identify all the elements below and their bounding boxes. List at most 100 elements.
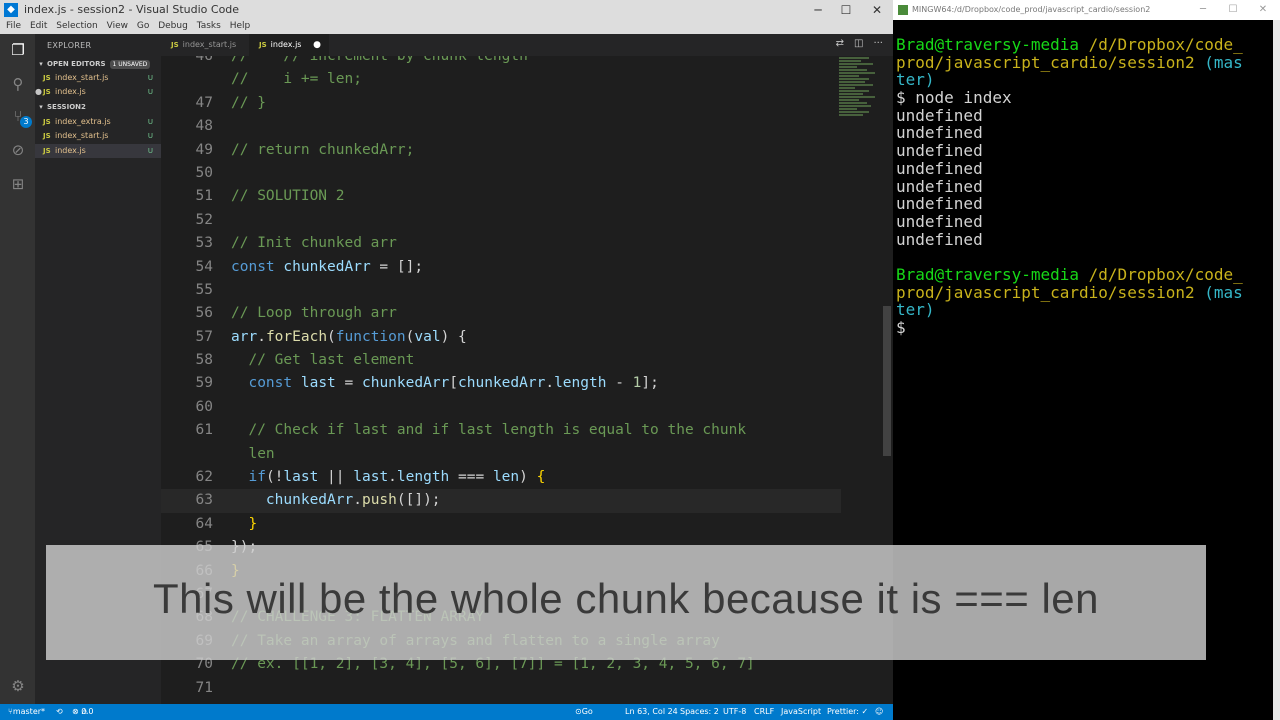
git-status: U (147, 74, 153, 82)
terminal-text: (mas (1204, 282, 1243, 302)
code-line[interactable]: 58 // Get last element (161, 349, 841, 372)
code-line[interactable]: 54 const chunkedArr = []; (161, 256, 841, 279)
open-changes-icon[interactable]: ⇄ (836, 38, 844, 49)
mingw-icon (898, 5, 908, 15)
settings-gear-icon[interactable]: ⚙ (8, 676, 28, 696)
code-line[interactable]: 53 // Init chunked arr (161, 232, 841, 255)
terminal-line: undefined (896, 229, 1266, 249)
code-line[interactable]: 51 // SOLUTION 2 (161, 185, 841, 208)
file-item[interactable]: JS index_start.js U (35, 129, 161, 143)
minimize-icon[interactable]: ─ (803, 1, 833, 19)
code-line[interactable]: 59 const last = chunkedArr[chunkedArr.le… (161, 372, 841, 395)
prettier-status[interactable]: Prettier: ✓ (827, 704, 868, 720)
open-editors-section[interactable]: ▾ OPEN EDITORS 1 UNSAVED (35, 57, 161, 71)
line-text: // } (231, 94, 266, 111)
code-line[interactable]: 47 // } (161, 92, 841, 115)
code-line[interactable]: 64 } (161, 513, 841, 536)
chevron-down-icon: ▾ (39, 103, 43, 111)
code-line[interactable]: 55 (161, 279, 841, 302)
code-line[interactable]: len (161, 443, 841, 466)
code-line[interactable]: 62 if(!last || last.length === len) { (161, 466, 841, 489)
line-number: 56 (195, 305, 213, 322)
explorer-icon[interactable]: ❐ (8, 40, 28, 60)
code-line[interactable]: 56 // Loop through arr (161, 302, 841, 325)
tab-index-start[interactable]: JS index_start.js (161, 34, 249, 56)
terminal-text: undefined (896, 229, 983, 249)
code-line[interactable]: 48 (161, 115, 841, 138)
menu-file[interactable]: File (6, 20, 21, 32)
sync-icon[interactable]: ⟲ (56, 704, 63, 720)
unsaved-badge: 1 UNSAVED (109, 60, 151, 69)
terminal-scrollbar[interactable] (1273, 20, 1280, 720)
code-line[interactable]: 50 (161, 162, 841, 185)
source-control-badge: 3 (20, 116, 32, 128)
code-line[interactable]: 49 // return chunkedArr; (161, 139, 841, 162)
line-text: // Get last element (248, 352, 415, 369)
maximize-icon[interactable]: ☐ (831, 1, 861, 19)
menu-go[interactable]: Go (137, 20, 149, 32)
line-number: 59 (195, 375, 213, 392)
problems-indicator[interactable]: ⊗ 0 ⚠ 0 (72, 704, 94, 720)
line-text: // Check if last and if last length is e… (248, 422, 747, 439)
code-line[interactable]: 60 (161, 396, 841, 419)
status-bar: ⑂ master* ⟲ ⊗ 0 ⚠ 0 ⊙ Go Live Ln 63, Col… (0, 704, 893, 720)
code-line[interactable]: 71 (161, 677, 841, 700)
file-label: index_extra.js (55, 117, 111, 126)
maximize-icon[interactable]: ☐ (1218, 0, 1248, 20)
code-line[interactable]: // i += len; (161, 68, 841, 91)
js-file-icon: JS (171, 41, 179, 49)
git-status: U (147, 132, 153, 140)
feedback-smiley-icon[interactable]: ☺ (875, 704, 883, 720)
terminal-text: ter) (896, 70, 935, 90)
split-editor-icon[interactable]: ◫ (854, 38, 863, 49)
menu-debug[interactable]: Debug (158, 20, 188, 32)
close-icon[interactable]: ✕ (862, 1, 892, 19)
tab-index[interactable]: JS index.js ● (249, 34, 329, 56)
file-label: index.js (55, 146, 86, 155)
cursor-position[interactable]: Ln 63, Col 24 (625, 704, 678, 720)
terminal-line: $ (896, 319, 1266, 337)
code-line[interactable]: 63 chunkedArr.push([]); (161, 489, 841, 513)
terminal-text: undefined (896, 158, 983, 178)
debug-icon[interactable]: ⊘ (8, 140, 28, 160)
go-live-button[interactable]: ⊙ Go Live (575, 704, 593, 720)
indentation[interactable]: Spaces: 2 (680, 704, 719, 720)
file-item[interactable]: JS index.js U (35, 144, 161, 158)
line-ending[interactable]: CRLF (754, 704, 774, 720)
code-line[interactable]: 61 // Check if last and if last length i… (161, 419, 841, 442)
line-number: 49 (195, 141, 213, 158)
search-icon[interactable]: ⚲ (8, 74, 28, 94)
unsaved-dot-icon[interactable]: ● (313, 34, 321, 56)
folder-section[interactable]: ▾ SESSION2 (35, 100, 161, 114)
menu-bar: File Edit Selection View Go Debug Tasks … (0, 20, 893, 34)
language-mode[interactable]: JavaScript (781, 704, 821, 720)
more-actions-icon[interactable]: ··· (873, 38, 883, 49)
line-text: arr.forEach(function(val) { (231, 328, 467, 345)
terminal-line: undefined (896, 142, 1266, 160)
menu-selection[interactable]: Selection (56, 20, 97, 32)
encoding[interactable]: UTF-8 (723, 704, 746, 720)
menu-tasks[interactable]: Tasks (197, 20, 221, 32)
menu-view[interactable]: View (107, 20, 128, 32)
line-number: 54 (195, 258, 213, 275)
extensions-icon[interactable]: ⊞ (8, 174, 28, 194)
code-line[interactable]: 57 arr.forEach(function(val) { (161, 326, 841, 349)
menu-edit[interactable]: Edit (30, 20, 47, 32)
open-editor-item[interactable]: JS index_start.js U (35, 71, 161, 85)
code-line[interactable]: 52 (161, 209, 841, 232)
line-number: 55 (195, 281, 213, 298)
open-editor-item[interactable]: ●JS index.js U (35, 85, 161, 99)
git-branch[interactable]: ⑂ master* (8, 704, 45, 720)
code-line[interactable]: 46 // // increment by chunk length (161, 56, 841, 68)
terminal-text: prod/javascript_cardio/session2 (896, 282, 1205, 302)
window-title: index.js - session2 - Visual Studio Code (24, 3, 240, 16)
file-item[interactable]: JS index_extra.js U (35, 115, 161, 129)
menu-help[interactable]: Help (230, 20, 251, 32)
editor-scrollbar[interactable] (883, 306, 891, 456)
minimize-icon[interactable]: ─ (1188, 0, 1218, 20)
tab-label: index_start.js (182, 40, 237, 49)
terminal-line: Brad@traversy-media /d/Dropbox/code_ (896, 36, 1266, 54)
terminal-output[interactable]: Brad@traversy-media /d/Dropbox/code_prod… (896, 36, 1266, 337)
close-icon[interactable]: ✕ (1248, 0, 1278, 20)
minimap[interactable] (839, 56, 883, 196)
